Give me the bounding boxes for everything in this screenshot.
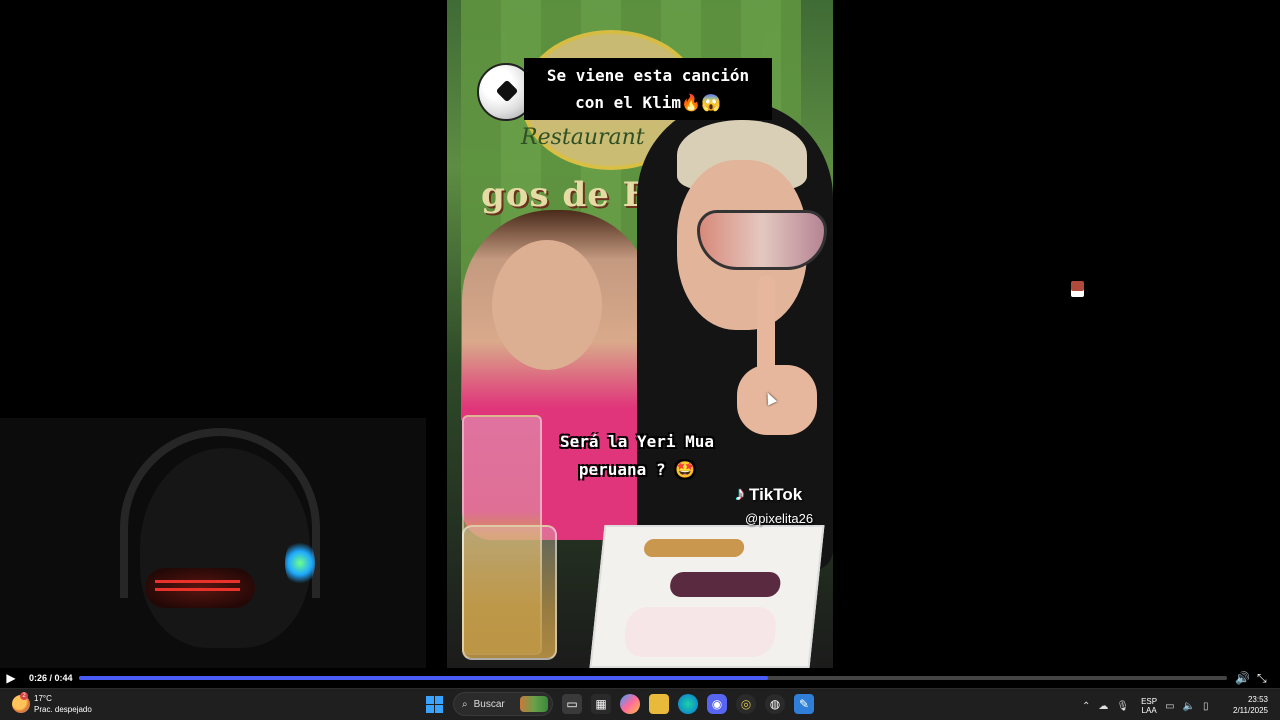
app-icon[interactable]: ◎ (736, 694, 756, 714)
microphone-icon[interactable]: 🎙 (1116, 701, 1129, 712)
tiktok-logo: ♪ TikTok (735, 483, 802, 506)
caption-mid-line1: Será la Yeri Mua (559, 432, 715, 451)
clock[interactable]: 23:53 2/11/2025 (1233, 694, 1268, 716)
start-icon[interactable] (424, 694, 444, 714)
led-mask (145, 568, 255, 608)
task-view-icon[interactable]: ▭ (562, 694, 582, 714)
weather-temp: 17°C (34, 694, 52, 703)
caption-mid: Será la Yeri Mua peruana ? 🤩 (517, 428, 757, 484)
fullscreen-icon[interactable]: ⤡ (1257, 671, 1271, 686)
obs-icon[interactable]: ◍ (765, 694, 785, 714)
drink-glass-front (462, 525, 557, 660)
weather-text: 17°C Prac. despejado (34, 693, 92, 715)
taskbar-apps: ⌕ Buscar ▭ ▦ ◉ ◎ ◍ ✎ (424, 692, 814, 716)
store-icon[interactable]: ▦ (591, 694, 611, 714)
play-icon[interactable]: ▶ (0, 668, 22, 688)
weather-icon: 2 (12, 692, 30, 713)
weather-badge: 2 (20, 692, 28, 700)
weather-widget[interactable]: 2 17°C Prac. despejado (12, 692, 92, 715)
finger (757, 275, 775, 375)
overlay-sprite-icon (1071, 281, 1084, 297)
progress-bar[interactable] (79, 676, 1227, 680)
caption-mid-line2: peruana ? 🤩 (578, 460, 696, 479)
lang-line1: ESP (1141, 697, 1158, 706)
sunglasses (697, 210, 827, 270)
video-controls: ▶ 0:26 / 0:44 🔊 ⤡ (0, 668, 1280, 688)
edge-icon[interactable] (678, 694, 698, 714)
battery-icon[interactable]: ▯ (1203, 701, 1209, 712)
caption-top-line2: con el Klim🔥😱 (575, 93, 721, 112)
editor-icon[interactable]: ✎ (794, 694, 814, 714)
search-placeholder: Buscar (473, 698, 505, 710)
speaker-icon[interactable]: 🔈 (1183, 701, 1195, 712)
food-item (622, 607, 778, 657)
weather-desc: Prac. despejado (34, 705, 92, 714)
food-tray (589, 525, 825, 668)
food-item (643, 539, 746, 557)
tiktok-brand: TikTok (749, 484, 803, 504)
time-label: 0:26 / 0:44 (29, 673, 73, 683)
taskbar: 2 17°C Prac. despejado ⌕ Buscar ▭ ▦ ◉ ◎ … (0, 688, 1280, 720)
chevron-up-icon[interactable]: ⌃ (1082, 701, 1090, 712)
tiktok-handle: @pixelita26 (745, 511, 814, 526)
discord-icon[interactable]: ◉ (707, 694, 727, 714)
video-frame[interactable]: Restaurant gos de Frit Se viene esta can… (447, 0, 833, 668)
streamer-silhouette (140, 448, 310, 648)
language-indicator[interactable]: ESP LAA (1141, 697, 1157, 715)
lang-line2: LAA (1141, 706, 1157, 715)
tiktok-note-icon: ♪ (735, 483, 745, 505)
search-highlight-icon (520, 696, 548, 712)
copilot-icon[interactable] (620, 694, 640, 714)
display-icon[interactable]: ▭ (1165, 701, 1174, 712)
hand (737, 365, 817, 435)
poster-word: Restaurant (521, 125, 645, 150)
system-tray: ⌃ ☁ 🎙 ESP LAA ▭ 🔈 ▯ (1082, 697, 1209, 715)
volume-icon[interactable]: 🔊 (1235, 671, 1250, 685)
progress-fill (79, 676, 768, 680)
file-explorer-icon[interactable] (649, 694, 669, 714)
person-left-face (492, 240, 602, 370)
onedrive-icon[interactable]: ☁ (1098, 701, 1108, 712)
caption-top-line1: Se viene esta canción (546, 66, 750, 85)
search-icon: ⌕ (462, 698, 468, 710)
search-input[interactable]: ⌕ Buscar (453, 692, 553, 716)
caption-top: Se viene esta canción con el Klim🔥😱 (524, 58, 772, 120)
rgb-light (285, 538, 315, 588)
clock-time: 23:53 (1247, 695, 1268, 704)
clock-date: 2/11/2025 (1233, 706, 1268, 715)
food-item (668, 572, 782, 597)
webcam-overlay (0, 418, 426, 670)
desktop-stage: Restaurant gos de Frit Se viene esta can… (0, 0, 1280, 670)
